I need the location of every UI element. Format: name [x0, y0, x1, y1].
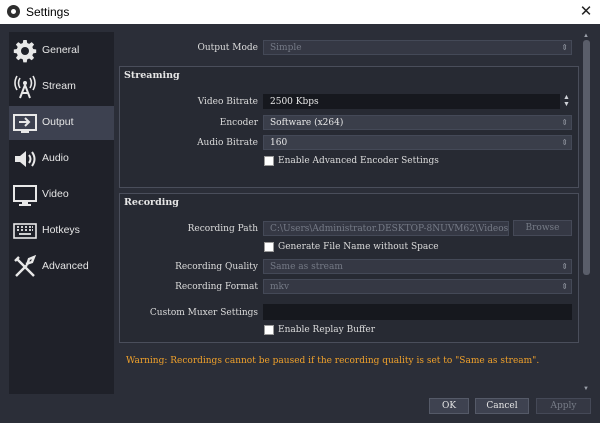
chevron-updown-icon: ⇕ [561, 282, 568, 291]
no-space-label: Generate File Name without Space [278, 242, 439, 252]
video-bitrate-input[interactable]: 2500 Kbps [263, 94, 560, 109]
sidebar-item-label: Video [42, 188, 69, 200]
spin-up-icon[interactable]: ▲ [561, 94, 572, 101]
scroll-down-icon[interactable]: ▼ [583, 386, 589, 392]
output-mode-value: Simple [270, 43, 302, 53]
keyboard-icon [13, 223, 37, 239]
close-button[interactable]: ✕ [574, 1, 598, 23]
chevron-updown-icon: ⇕ [561, 262, 568, 271]
warning-message: Warning: Recordings cannot be paused if … [126, 356, 540, 366]
replay-buffer-label: Enable Replay Buffer [278, 325, 376, 335]
recording-quality-label: Recording Quality [175, 262, 258, 272]
sidebar-item-label: General [42, 44, 80, 56]
output-mode-label: Output Mode [197, 43, 258, 53]
audio-bitrate-select[interactable]: 160 ⇕ [263, 135, 572, 150]
sidebar-item-label: Advanced [42, 260, 89, 272]
custom-muxer-input[interactable] [263, 304, 572, 320]
streaming-group-title: Streaming [124, 70, 180, 81]
tools-icon [14, 255, 37, 277]
encoder-value: Software (x264) [270, 118, 344, 128]
speaker-icon [15, 151, 36, 167]
chevron-updown-icon: ⇕ [561, 138, 568, 147]
video-bitrate-spinner[interactable]: ▲ ▼ [561, 94, 572, 109]
title-bar: Settings ✕ [0, 0, 600, 24]
window-title: Settings [26, 5, 70, 19]
spin-down-icon[interactable]: ▼ [561, 101, 572, 108]
settings-sidebar: General Stream Output Audio Video Hotkey… [9, 32, 114, 394]
sidebar-item-stream[interactable]: Stream [9, 70, 114, 104]
sidebar-item-hotkeys[interactable]: Hotkeys [9, 214, 114, 248]
recording-quality-select[interactable]: Same as stream ⇕ [263, 259, 572, 274]
sidebar-item-label: Hotkeys [42, 224, 80, 236]
recording-quality-value: Same as stream [270, 262, 343, 272]
cancel-button[interactable]: Cancel [475, 398, 529, 414]
recording-group-title: Recording [124, 197, 179, 208]
sidebar-item-general[interactable]: General [9, 34, 114, 68]
output-mode-select[interactable]: Simple ⇕ [263, 40, 572, 55]
video-bitrate-label: Video Bitrate [197, 97, 258, 107]
recording-path-label: Recording Path [187, 224, 258, 234]
sidebar-item-video[interactable]: Video [9, 178, 114, 212]
antenna-icon [14, 75, 36, 99]
obs-logo-icon [7, 5, 20, 18]
audio-bitrate-label: Audio Bitrate [197, 138, 258, 148]
monitor-icon [13, 185, 37, 206]
sidebar-item-label: Audio [42, 152, 69, 164]
output-icon [13, 114, 37, 133]
advanced-encoder-checkbox[interactable] [264, 156, 274, 166]
audio-bitrate-value: 160 [270, 138, 288, 148]
sidebar-item-label: Output [42, 116, 74, 128]
chevron-updown-icon: ⇕ [561, 43, 568, 52]
sidebar-item-label: Stream [42, 80, 76, 92]
advanced-encoder-label: Enable Advanced Encoder Settings [278, 156, 439, 166]
chevron-updown-icon: ⇕ [561, 118, 568, 127]
recording-path-input[interactable]: C:\Users\Administrator.DESKTOP-8NUVM62\V… [263, 221, 509, 236]
recording-format-value: mkv [270, 282, 290, 292]
custom-muxer-label: Custom Muxer Settings [149, 308, 258, 318]
browse-button[interactable]: Browse [513, 220, 572, 236]
no-space-checkbox[interactable] [264, 242, 274, 252]
sidebar-item-advanced[interactable]: Advanced [9, 250, 114, 284]
encoder-label: Encoder [219, 118, 258, 128]
sidebar-item-audio[interactable]: Audio [9, 142, 114, 176]
sidebar-item-output[interactable]: Output [9, 106, 114, 140]
replay-buffer-checkbox[interactable] [264, 325, 274, 335]
recording-format-select[interactable]: mkv ⇕ [263, 279, 572, 294]
ok-button[interactable]: OK [429, 398, 469, 414]
apply-button[interactable]: Apply [536, 398, 591, 414]
encoder-select[interactable]: Software (x264) ⇕ [263, 115, 572, 130]
gear-icon [13, 40, 37, 63]
scroll-up-icon[interactable]: ▲ [583, 33, 589, 39]
scrollbar-thumb[interactable] [583, 40, 590, 275]
recording-format-label: Recording Format [175, 282, 258, 292]
